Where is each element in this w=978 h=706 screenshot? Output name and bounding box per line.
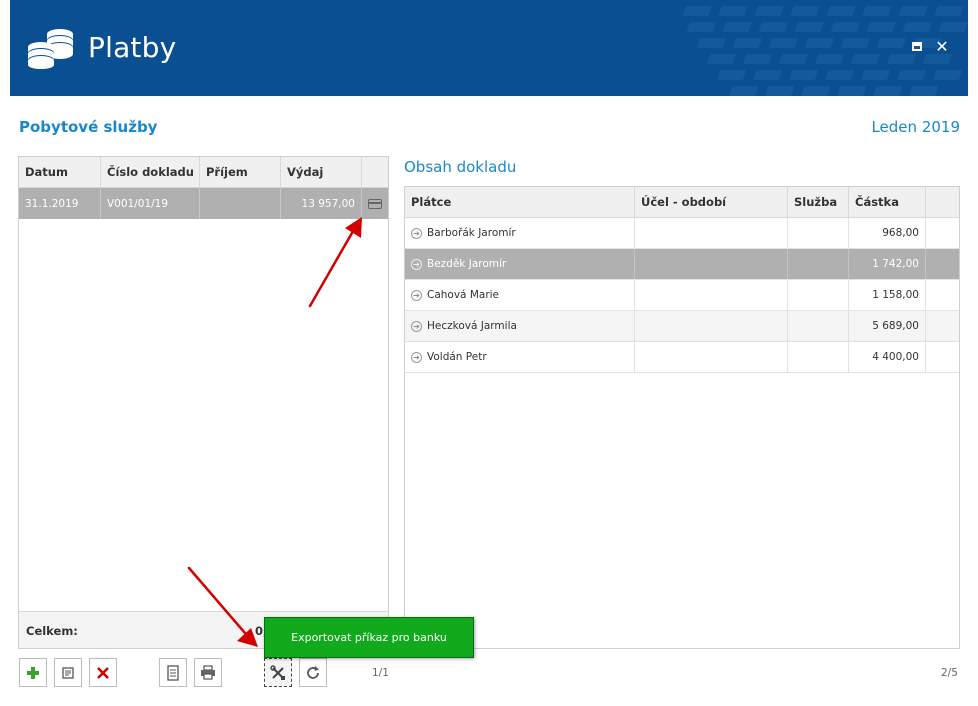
col-header-ucel-obdobi[interactable]: Účel - období bbox=[635, 187, 788, 217]
table-row[interactable]: ➔ Cahová Marie 1 158,00 bbox=[405, 280, 959, 311]
print-icon bbox=[201, 665, 215, 680]
tools-icon bbox=[270, 664, 285, 680]
tools-button[interactable] bbox=[264, 658, 292, 687]
print-button[interactable] bbox=[194, 658, 222, 687]
table-row[interactable]: ➔ Bezděk Jaromír 1 742,00 bbox=[405, 249, 959, 280]
export-tooltip: Exportovat příkaz pro banku bbox=[264, 617, 474, 658]
maximize-button[interactable] bbox=[910, 40, 924, 54]
period-label[interactable]: Leden 2019 bbox=[871, 118, 960, 136]
payment-card-button[interactable] bbox=[362, 188, 388, 219]
delete-icon bbox=[97, 666, 109, 679]
document-button[interactable] bbox=[159, 658, 187, 687]
cell-sluzba bbox=[788, 218, 849, 248]
documents-grid-header: Datum Číslo dokladu Příjem Výdaj bbox=[19, 157, 388, 188]
table-row[interactable]: ➔ Heczková Jarmila 5 689,00 bbox=[405, 311, 959, 342]
table-row[interactable]: ➔ Voldán Petr 4 400,00 bbox=[405, 342, 959, 373]
cell-sluzba bbox=[788, 342, 849, 372]
left-pager: 1/1 bbox=[372, 667, 389, 679]
col-header-platce[interactable]: Plátce bbox=[405, 187, 635, 217]
col-header-cislo-dokladu[interactable]: Číslo dokladu bbox=[101, 157, 200, 187]
cell-cislo-dokladu: V001/01/19 bbox=[101, 188, 200, 219]
refresh-button[interactable] bbox=[299, 658, 327, 687]
cell-platce: ➔ Bezděk Jaromír bbox=[405, 249, 635, 279]
section-title: Pobytové služby bbox=[19, 118, 158, 136]
cell-platce: ➔ Cahová Marie bbox=[405, 280, 635, 310]
right-pager: 2/5 bbox=[941, 667, 958, 679]
col-header-sluzba[interactable]: Služba bbox=[788, 187, 849, 217]
col-header-castka[interactable]: Částka bbox=[849, 187, 926, 217]
cell-castka: 4 400,00 bbox=[849, 342, 926, 372]
arrow-right-icon: ➔ bbox=[411, 258, 422, 270]
col-header-datum[interactable]: Datum bbox=[19, 157, 101, 187]
cell-datum: 31.1.2019 bbox=[19, 188, 101, 219]
header-pattern bbox=[682, 6, 968, 96]
document-icon bbox=[167, 664, 179, 681]
arrow-right-icon: ➔ bbox=[411, 320, 422, 332]
title-bar: Platby ✕ bbox=[10, 0, 968, 96]
payment-card-icon bbox=[368, 198, 382, 209]
refresh-icon bbox=[307, 665, 319, 679]
cell-ucel-obdobi bbox=[635, 218, 788, 248]
cell-vydaj: 13 957,00 bbox=[281, 188, 362, 219]
content-title: Obsah dokladu bbox=[404, 158, 517, 176]
coins-icon bbox=[28, 29, 73, 69]
add-button[interactable] bbox=[19, 658, 47, 687]
cell-extra bbox=[926, 280, 959, 310]
cell-platce: ➔ Voldán Petr bbox=[405, 342, 635, 372]
cell-platce: ➔ Heczková Jarmila bbox=[405, 311, 635, 341]
cell-castka: 5 689,00 bbox=[849, 311, 926, 341]
edit-icon bbox=[62, 666, 74, 679]
cell-sluzba bbox=[788, 249, 849, 279]
cell-sluzba bbox=[788, 311, 849, 341]
cell-extra bbox=[926, 249, 959, 279]
cell-ucel-obdobi bbox=[635, 342, 788, 372]
total-label: Celkem: bbox=[26, 624, 78, 638]
cell-ucel-obdobi bbox=[635, 280, 788, 310]
close-button[interactable]: ✕ bbox=[935, 37, 949, 56]
cell-platce: ➔ Barbořák Jaromír bbox=[405, 218, 635, 248]
cell-extra bbox=[926, 218, 959, 248]
arrow-right-icon: ➔ bbox=[411, 227, 422, 239]
add-icon bbox=[27, 666, 39, 679]
content-grid-header: Plátce Účel - období Služba Částka bbox=[405, 187, 959, 218]
app-title: Platby bbox=[88, 31, 177, 64]
table-row[interactable]: 31.1.2019 V001/01/19 13 957,00 bbox=[19, 188, 388, 219]
documents-grid: Datum Číslo dokladu Příjem Výdaj 31.1.20… bbox=[18, 156, 389, 649]
cell-castka: 1 742,00 bbox=[849, 249, 926, 279]
col-header-action bbox=[362, 157, 388, 187]
delete-button[interactable] bbox=[89, 658, 117, 687]
arrow-right-icon: ➔ bbox=[411, 289, 422, 301]
col-header-vydaj[interactable]: Výdaj bbox=[281, 157, 362, 187]
col-header-prijem[interactable]: Příjem bbox=[200, 157, 281, 187]
cell-extra bbox=[926, 311, 959, 341]
cell-sluzba bbox=[788, 280, 849, 310]
cell-ucel-obdobi bbox=[635, 311, 788, 341]
edit-button[interactable] bbox=[54, 658, 82, 687]
cell-castka: 1 158,00 bbox=[849, 280, 926, 310]
maximize-icon bbox=[912, 42, 922, 51]
document-content-grid: Plátce Účel - období Služba Částka ➔ Barb… bbox=[404, 186, 960, 649]
cell-castka: 968,00 bbox=[849, 218, 926, 248]
close-icon: ✕ bbox=[935, 37, 949, 56]
cell-extra bbox=[926, 342, 959, 372]
cell-prijem bbox=[200, 188, 281, 219]
table-row[interactable]: ➔ Barbořák Jaromír 968,00 bbox=[405, 218, 959, 249]
col-header-extra bbox=[926, 187, 959, 217]
arrow-right-icon: ➔ bbox=[411, 351, 422, 363]
cell-ucel-obdobi bbox=[635, 249, 788, 279]
